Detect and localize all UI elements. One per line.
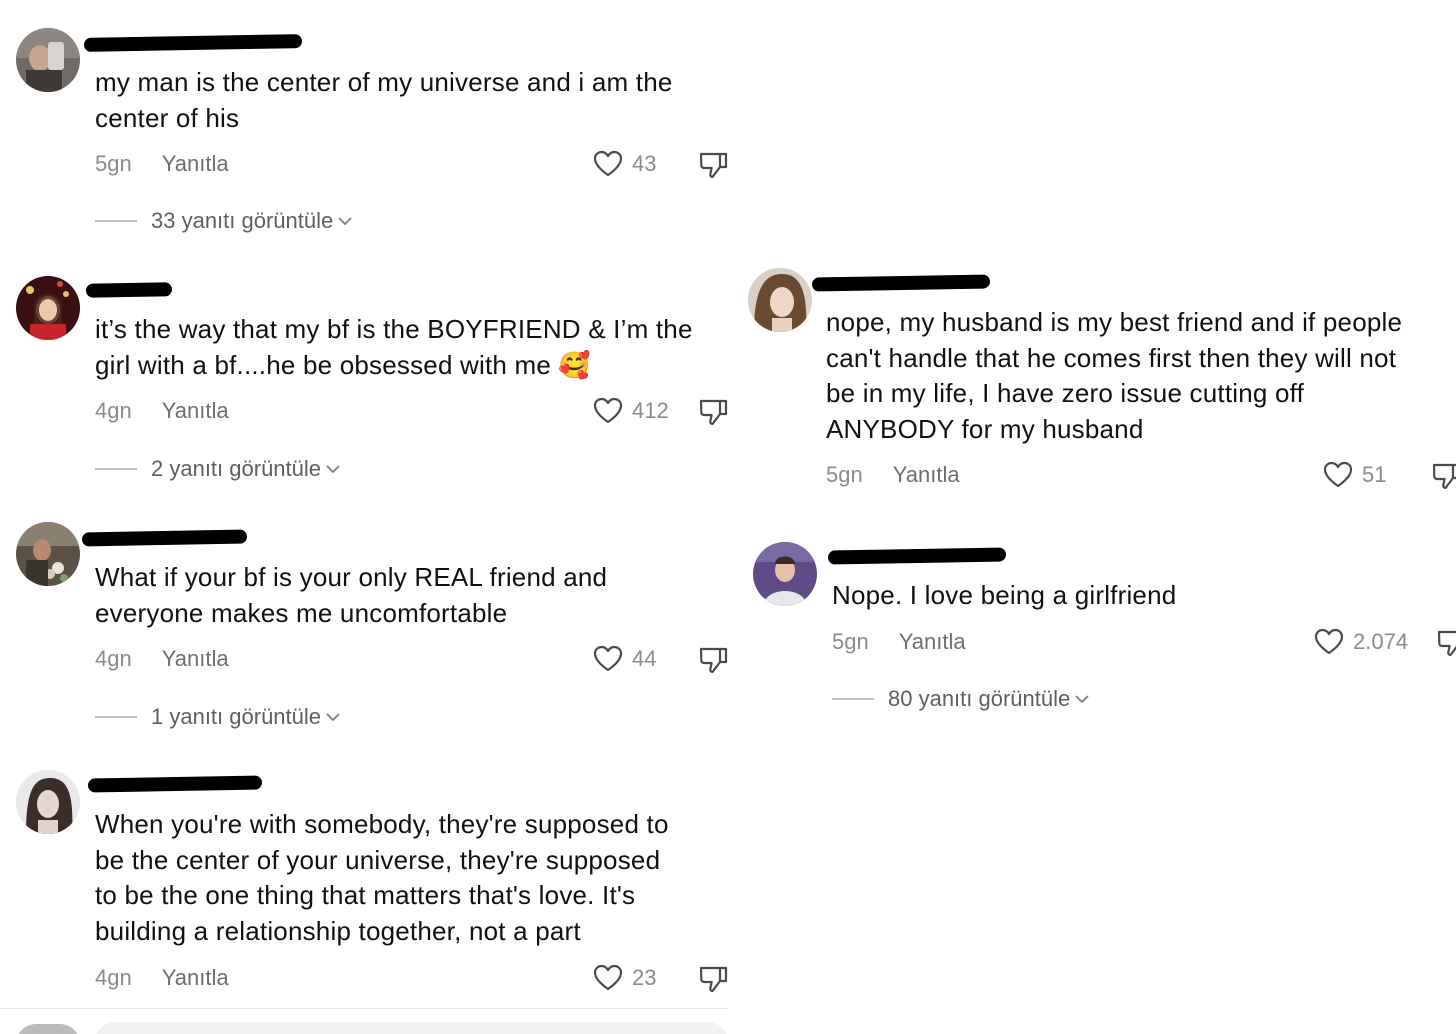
- replies-rule: [95, 220, 137, 222]
- like-count: 43: [632, 151, 657, 176]
- heart-outline-icon: [1314, 628, 1344, 655]
- dislike-button[interactable]: [697, 148, 728, 180]
- view-replies-button[interactable]: 1 yanıtı görüntüle: [95, 702, 341, 732]
- view-replies-button[interactable]: 33 yanıtı görüntüle: [95, 206, 353, 236]
- like-button[interactable]: 51: [1322, 459, 1386, 491]
- redacted-username: [87, 775, 263, 793]
- dislike-button[interactable]: [697, 643, 728, 675]
- comment-meta: 4gn Yanıtla: [95, 963, 229, 993]
- comment-age: 4gn: [95, 965, 132, 990]
- dislike-button[interactable]: [697, 395, 728, 427]
- chevron-down-icon: [326, 713, 340, 722]
- right-comments-panel: nope, my husband is my best friend and i…: [728, 0, 1456, 1034]
- comment-meta: 4gn Yanıtla: [95, 396, 229, 426]
- replies-rule: [95, 716, 137, 718]
- dislike-button[interactable]: [1430, 459, 1456, 491]
- replies-rule: [832, 698, 874, 700]
- left-comments-panel: my man is the center of my universe and …: [0, 0, 728, 1034]
- like-count: 51: [1362, 462, 1387, 487]
- heart-outline-icon: [593, 645, 623, 672]
- avatar[interactable]: [748, 268, 812, 332]
- heart-outline-icon: [593, 964, 623, 991]
- comment-meta: 5gn Yanıtla: [826, 460, 960, 490]
- reply-button[interactable]: Yanıtla: [899, 629, 966, 654]
- redacted-username: [83, 34, 303, 52]
- redacted-username: [827, 547, 1007, 565]
- view-replies-label: 80 yanıtı görüntüle: [888, 686, 1071, 711]
- like-count: 23: [632, 965, 657, 990]
- thumbs-down-icon: [699, 399, 728, 426]
- heart-outline-icon: [593, 150, 623, 177]
- like-button[interactable]: 43: [592, 148, 656, 180]
- dislike-button[interactable]: [697, 962, 728, 994]
- redacted-username: [811, 274, 991, 292]
- chevron-down-icon: [338, 217, 352, 226]
- comment-text: What if your bf is your only REAL friend…: [95, 562, 608, 628]
- thumbs-down-icon: [1437, 630, 1456, 657]
- dislike-button[interactable]: [1435, 626, 1456, 658]
- comment-age: 5gn: [826, 462, 863, 487]
- like-button[interactable]: 412: [592, 395, 669, 427]
- view-replies-button[interactable]: 80 yanıtı görüntüle: [832, 684, 1090, 714]
- avatar[interactable]: [16, 28, 80, 92]
- comment-text: it’s the way that my bf is the BOYFRIEND…: [95, 314, 693, 380]
- comment-age: 5gn: [95, 151, 132, 176]
- thumbs-down-icon: [699, 966, 728, 993]
- avatar[interactable]: [16, 276, 80, 340]
- comment-text: When you're with somebody, they're suppo…: [95, 809, 669, 946]
- avatar[interactable]: [16, 770, 80, 834]
- view-replies-button[interactable]: 2 yanıtı görüntüle: [95, 454, 341, 484]
- like-count: 412: [632, 398, 669, 423]
- thumbs-down-icon: [1432, 463, 1456, 490]
- comment-age: 4gn: [95, 646, 132, 671]
- comment-age: 5gn: [832, 629, 869, 654]
- comment-text: nope, my husband is my best friend and i…: [826, 307, 1403, 444]
- like-count: 44: [632, 646, 657, 671]
- view-replies-label: 2 yanıtı görüntüle: [151, 456, 322, 481]
- comment-meta: 5gn Yanıtla: [832, 627, 966, 657]
- thumbs-down-icon: [699, 647, 728, 674]
- chevron-down-icon: [326, 465, 340, 474]
- reply-button[interactable]: Yanıtla: [162, 646, 229, 671]
- avatar[interactable]: [16, 522, 80, 586]
- reply-button[interactable]: Yanıtla: [162, 965, 229, 990]
- current-user-avatar: [16, 1024, 80, 1034]
- reply-button[interactable]: Yanıtla: [893, 462, 960, 487]
- like-button[interactable]: 44: [592, 643, 656, 675]
- heart-outline-icon: [1323, 461, 1353, 488]
- reply-button[interactable]: Yanıtla: [162, 151, 229, 176]
- comment-text: Nope. I love being a girlfriend: [832, 580, 1177, 610]
- replies-rule: [95, 468, 137, 470]
- comment-input[interactable]: [95, 1022, 728, 1034]
- view-replies-label: 33 yanıtı görüntüle: [151, 208, 334, 233]
- thumbs-down-icon: [699, 152, 728, 179]
- comment-meta: 4gn Yanıtla: [95, 644, 229, 674]
- like-count: 2.074: [1353, 629, 1409, 654]
- like-button[interactable]: 23: [592, 962, 656, 994]
- view-replies-label: 1 yanıtı görüntüle: [151, 704, 322, 729]
- redacted-username: [81, 529, 248, 547]
- like-button[interactable]: 2.074: [1313, 626, 1408, 658]
- reply-button[interactable]: Yanıtla: [162, 398, 229, 423]
- comment-meta: 5gn Yanıtla: [95, 149, 229, 179]
- avatar[interactable]: [753, 542, 817, 606]
- chevron-down-icon: [1075, 695, 1089, 704]
- redacted-username: [85, 282, 173, 298]
- comment-text: my man is the center of my universe and …: [95, 67, 673, 133]
- comment-age: 4gn: [95, 398, 132, 423]
- input-divider: [0, 1008, 728, 1009]
- heart-outline-icon: [593, 397, 623, 424]
